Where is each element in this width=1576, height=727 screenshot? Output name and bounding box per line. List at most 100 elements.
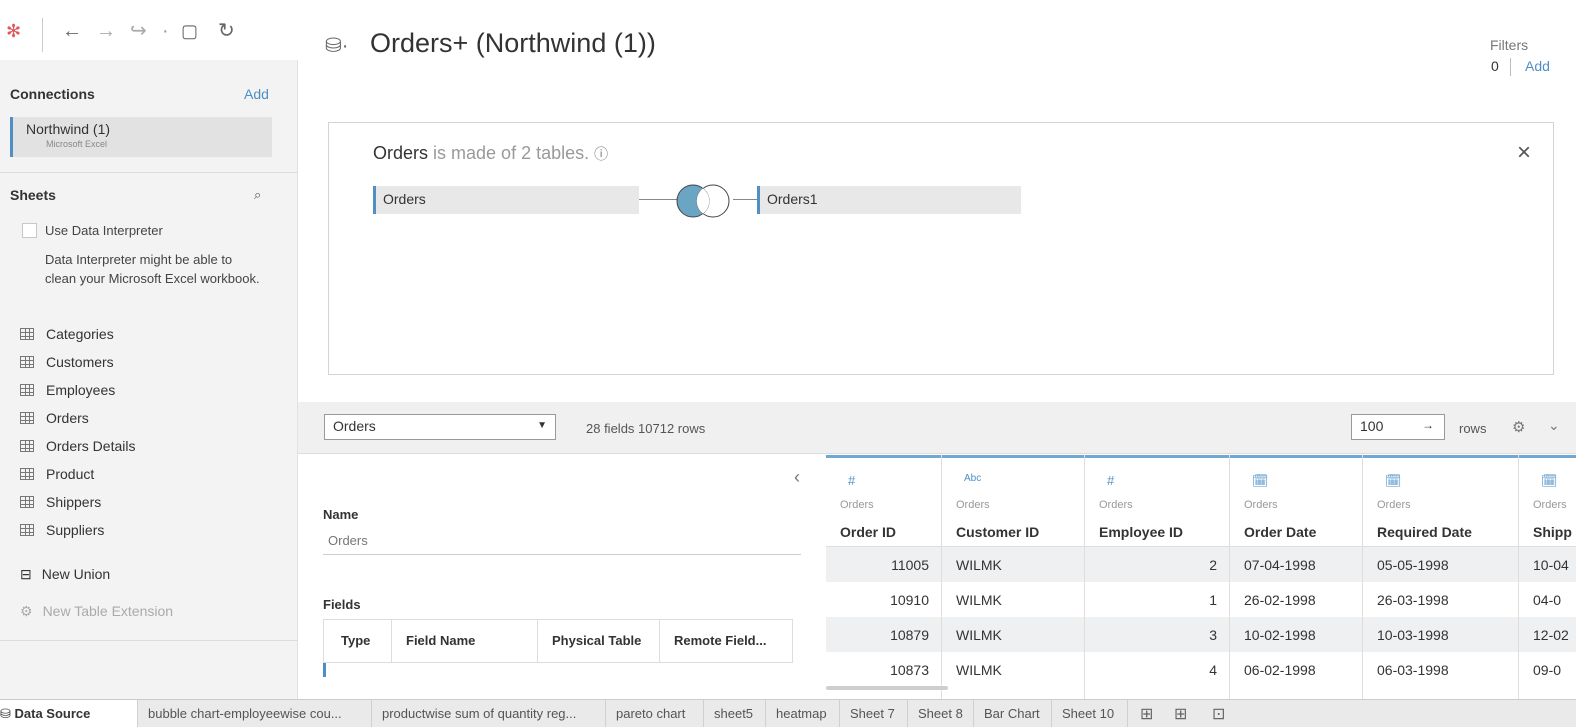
sheet-tab[interactable]: bubble chart-employeewise cou... bbox=[138, 700, 372, 727]
column-header[interactable]: Abc Orders Customer ID bbox=[942, 455, 1084, 547]
new-dashboard-icon[interactable]: ⊞ bbox=[1174, 704, 1187, 724]
left-table-box[interactable]: Orders bbox=[373, 186, 639, 214]
sheet-item-label: Shippers bbox=[46, 494, 102, 510]
sheet-item-product[interactable]: Product bbox=[20, 464, 94, 484]
refresh-icon[interactable]: ↻ bbox=[218, 19, 235, 43]
table-cell: WILMK bbox=[942, 652, 1084, 688]
number-type-icon[interactable]: # bbox=[848, 473, 855, 488]
table-cell: 1 bbox=[1085, 582, 1229, 618]
sheet-item-orders[interactable]: Orders bbox=[20, 408, 89, 428]
fields-column-header[interactable]: Remote Field... bbox=[660, 620, 792, 662]
sheet-item-label: Suppliers bbox=[46, 522, 105, 538]
sheet-tab[interactable]: Sheet 10 bbox=[1052, 700, 1128, 727]
collapse-icon[interactable]: ‹ bbox=[794, 467, 800, 488]
table-icon bbox=[20, 524, 34, 536]
table-cell: 2 bbox=[1085, 547, 1229, 583]
toolbar: ✻ ← → ↪ · ▢ ↻ bbox=[0, 10, 298, 60]
column-name: Employee ID bbox=[1099, 524, 1184, 540]
tab-label: heatmap bbox=[776, 706, 827, 721]
save-icon[interactable]: ▢ bbox=[181, 19, 198, 43]
sheet-tab[interactable]: pareto chart bbox=[606, 700, 704, 727]
info-icon[interactable]: ⓘ bbox=[594, 146, 608, 162]
number-type-icon[interactable]: # bbox=[1107, 473, 1114, 488]
search-icon[interactable]: ⌕ bbox=[254, 187, 261, 203]
column-header[interactable]: # Orders Employee ID bbox=[1085, 455, 1229, 547]
tab-label: Sheet 7 bbox=[850, 706, 895, 721]
new-union-label: New Union bbox=[41, 566, 111, 582]
right-table-box[interactable]: Orders1 bbox=[757, 186, 1021, 214]
column-header[interactable]: 🗓 Orders Shipp bbox=[1519, 455, 1576, 547]
datasource-icon[interactable]: ⛁· bbox=[325, 33, 348, 58]
rows-label: rows bbox=[1459, 421, 1487, 436]
column-header[interactable]: # Orders Order ID bbox=[826, 455, 941, 547]
fields-column-header[interactable]: Physical Table bbox=[538, 620, 660, 662]
table-icon bbox=[20, 496, 34, 508]
sheets-heading: Sheets bbox=[10, 187, 56, 203]
sheet-tab[interactable]: productwise sum of quantity reg... bbox=[372, 700, 606, 727]
data-column: 🗓 Orders Required Date 05-05-1998 26-03-1998… bbox=[1363, 455, 1519, 699]
fields-column-header[interactable]: Type bbox=[324, 620, 392, 662]
datasource-title[interactable]: Orders+ (Northwind (1)) bbox=[370, 28, 656, 59]
fields-column-header[interactable]: Field Name bbox=[392, 620, 538, 662]
sheet-item-employees[interactable]: Employees bbox=[20, 380, 115, 400]
new-table-extension-item[interactable]: ⚙ New Table Extension bbox=[20, 601, 173, 621]
table-cell: 10-02-1998 bbox=[1230, 617, 1362, 653]
column-source: Orders bbox=[956, 499, 990, 511]
data-column: 🗓 Orders Shipp 10-04 04-0 12-02 09-0 bbox=[1519, 455, 1576, 699]
add-filter-link[interactable]: Add bbox=[1525, 58, 1550, 74]
column-source: Orders bbox=[1377, 499, 1411, 511]
table-name-field[interactable]: Orders bbox=[323, 531, 801, 555]
sheet-tab[interactable]: Sheet 8 bbox=[908, 700, 974, 727]
extension-icon: ⚙ bbox=[20, 602, 33, 619]
use-data-interpreter-checkbox[interactable] bbox=[22, 223, 37, 238]
column-source: Orders bbox=[840, 499, 874, 511]
dropdown-icon[interactable]: · bbox=[162, 19, 169, 43]
sheet-item-customers[interactable]: Customers bbox=[20, 352, 114, 372]
calendar-icon[interactable]: 🗓 bbox=[1541, 473, 1558, 489]
use-data-interpreter-label[interactable]: Use Data Interpreter bbox=[45, 223, 163, 238]
column-source: Orders bbox=[1099, 499, 1133, 511]
table-cell: 10-03-1998 bbox=[1363, 617, 1518, 653]
sheet-tab[interactable]: sheet5 bbox=[704, 700, 766, 727]
arrow-right-icon[interactable]: → bbox=[1422, 418, 1434, 432]
join-icon[interactable] bbox=[675, 183, 733, 219]
table-cell: 06-03-1998 bbox=[1363, 652, 1518, 688]
horizontal-scrollbar[interactable] bbox=[826, 686, 948, 690]
canvas-heading: Orders is made of 2 tables. ⓘ bbox=[373, 143, 608, 164]
connection-item[interactable]: Northwind (1) Microsoft Excel bbox=[10, 117, 272, 157]
new-story-icon[interactable]: ⊡ bbox=[1212, 704, 1225, 724]
data-source-tab[interactable]: ⛁ Data Source bbox=[0, 700, 138, 727]
sheet-tab[interactable]: heatmap bbox=[766, 700, 840, 727]
calendar-icon[interactable]: 🗓 bbox=[1385, 473, 1402, 489]
chevron-down-icon[interactable]: ⌄ bbox=[1548, 417, 1560, 434]
new-union-item[interactable]: ⊟ New Union bbox=[20, 564, 110, 584]
gear-icon[interactable]: ⚙ bbox=[1512, 418, 1525, 436]
sheet-item-shippers[interactable]: Shippers bbox=[20, 492, 101, 512]
table-cell: WILMK bbox=[942, 617, 1084, 653]
sheet-item-suppliers[interactable]: Suppliers bbox=[20, 520, 104, 540]
calendar-icon[interactable]: 🗓 bbox=[1252, 473, 1269, 489]
column-header[interactable]: 🗓 Orders Required Date bbox=[1363, 455, 1518, 547]
column-header[interactable]: 🗓 Orders Order Date bbox=[1230, 455, 1362, 547]
forward-arrow-icon[interactable]: → bbox=[96, 19, 116, 43]
sheet-item-categories[interactable]: Categories bbox=[20, 324, 114, 344]
table-select[interactable]: Orders ▼ bbox=[324, 414, 556, 440]
add-connection-link[interactable]: Add bbox=[244, 86, 269, 102]
string-type-icon[interactable]: Abc bbox=[964, 473, 981, 484]
sheet-tab[interactable]: Sheet 7 bbox=[840, 700, 908, 727]
filters-divider bbox=[1510, 58, 1511, 76]
redo-icon[interactable]: ↪ bbox=[130, 19, 147, 43]
tableau-logo-icon[interactable]: ✻ bbox=[6, 19, 21, 43]
sheet-item-orders-details[interactable]: Orders Details bbox=[20, 436, 135, 456]
datasource-icon: ⛁ bbox=[0, 706, 15, 721]
table-cell: 26-02-1998 bbox=[1230, 582, 1362, 618]
new-worksheet-icon[interactable]: ⊞ bbox=[1140, 704, 1153, 724]
close-icon[interactable]: × bbox=[1517, 139, 1531, 167]
rows-input[interactable]: 100 → bbox=[1351, 414, 1445, 440]
table-cell: 10910 bbox=[826, 582, 941, 618]
divider bbox=[0, 640, 298, 641]
back-arrow-icon[interactable]: ← bbox=[62, 19, 82, 43]
data-grid: # Orders Order ID 11005 10910 10879 10873 Abc Or… bbox=[826, 455, 1576, 699]
table-cell: 05-05-1998 bbox=[1363, 547, 1518, 583]
sheet-tab[interactable]: Bar Chart bbox=[974, 700, 1052, 727]
